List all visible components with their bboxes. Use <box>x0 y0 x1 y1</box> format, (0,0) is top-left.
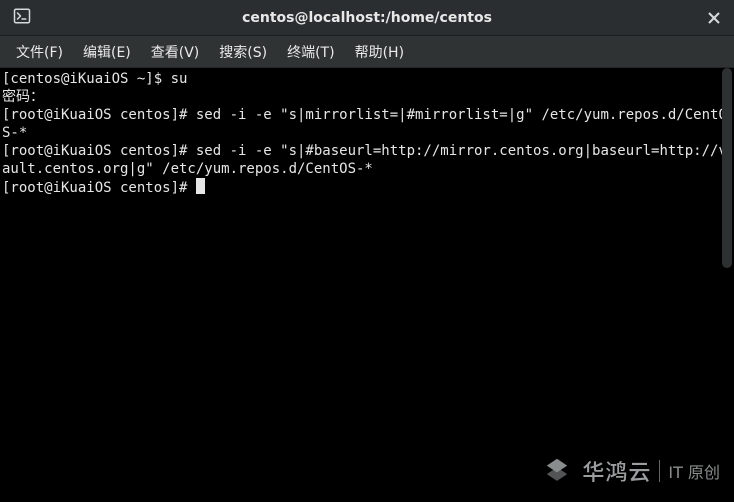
terminal-line: [centos@iKuaiOS ~]$ su <box>2 70 732 88</box>
watermark-brand: 华鸿云 <box>582 455 651 487</box>
terminal-line: 密码： <box>2 88 732 106</box>
menu-view[interactable]: 查看(V) <box>141 38 210 66</box>
terminal-viewport[interactable]: [centos@iKuaiOS ~]$ su密码：[root@iKuaiOS c… <box>0 68 734 502</box>
menu-search[interactable]: 搜索(S) <box>209 38 277 66</box>
menubar: 文件(F) 编辑(E) 查看(V) 搜索(S) 终端(T) 帮助(H) <box>0 36 734 68</box>
terminal-prompt: [root@iKuaiOS centos]# <box>2 180 196 196</box>
watermark-sub: IT 原创 <box>668 459 720 483</box>
watermark-logo-icon <box>540 452 574 490</box>
menu-terminal[interactable]: 终端(T) <box>277 38 344 66</box>
titlebar: centos@localhost:/home/centos <box>0 0 734 36</box>
terminal-line: [root@iKuaiOS centos]# sed -i -e "s|mirr… <box>2 106 732 142</box>
window-title: centos@localhost:/home/centos <box>0 10 734 26</box>
scrollbar-thumb[interactable] <box>722 68 732 268</box>
menu-file[interactable]: 文件(F) <box>6 38 73 66</box>
terminal-window: centos@localhost:/home/centos 文件(F) 编辑(E… <box>0 0 734 502</box>
watermark-divider <box>659 460 660 482</box>
terminal-icon <box>13 7 31 29</box>
close-icon <box>708 9 720 28</box>
watermark: 华鸿云 IT 原创 <box>540 452 720 490</box>
terminal-cursor <box>196 178 205 194</box>
terminal-line: [root@iKuaiOS centos]# sed -i -e "s|#bas… <box>2 142 732 178</box>
close-button[interactable] <box>694 0 734 36</box>
menu-edit[interactable]: 编辑(E) <box>73 38 141 66</box>
menu-help[interactable]: 帮助(H) <box>345 38 414 66</box>
app-menu-button[interactable] <box>0 0 44 36</box>
terminal-prompt-line: [root@iKuaiOS centos]# <box>2 178 732 197</box>
